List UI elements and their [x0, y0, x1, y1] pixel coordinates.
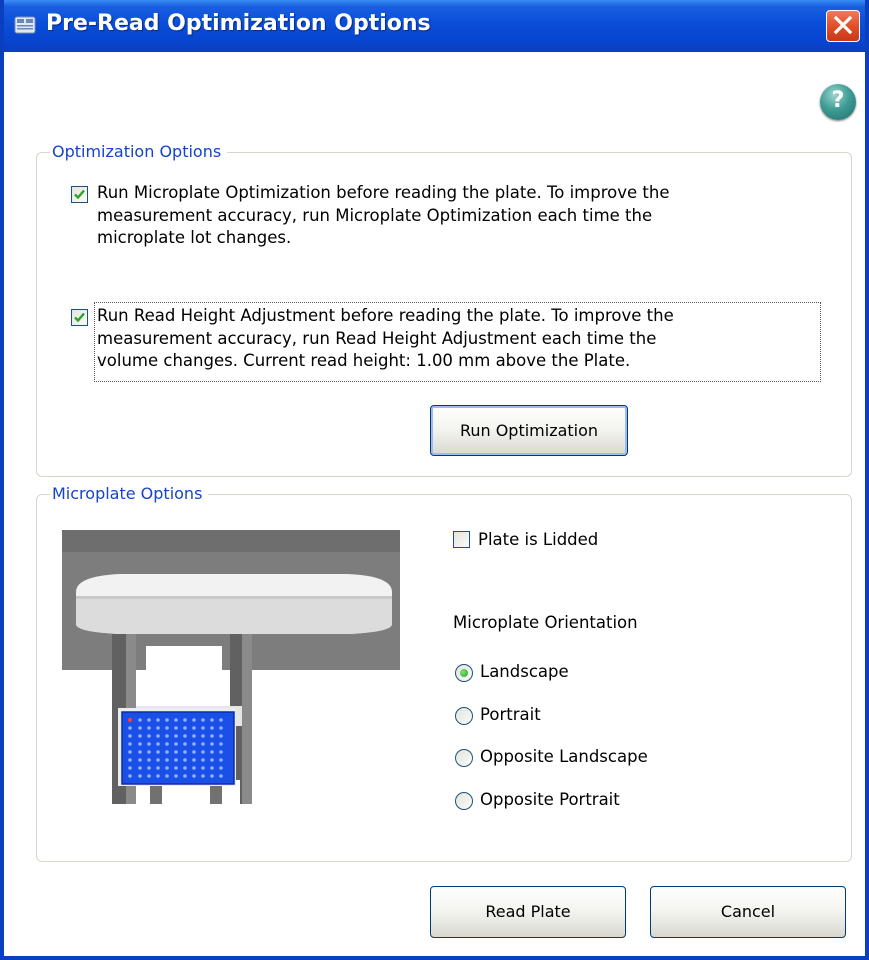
window-frame-right [865, 0, 869, 960]
radio-portrait-label[interactable]: Portrait [480, 705, 541, 724]
read-height-label[interactable]: Run Read Height Adjustment before readin… [97, 305, 817, 373]
microplate-optimization-line-1: Run Microplate Optimization before readi… [97, 183, 670, 202]
microplate-optimization-line-2: measurement accuracy, run Microplate Opt… [97, 205, 653, 225]
microplate-optimization-checkbox[interactable] [71, 186, 88, 203]
microplate-options-legend: Microplate Options [50, 484, 209, 503]
read-height-line-2: measurement accuracy, run Read Height Ad… [97, 328, 657, 348]
read-height-checkbox[interactable] [71, 309, 88, 326]
title-bar[interactable]: Pre-Read Optimization Options [0, 0, 869, 52]
help-button[interactable]: ? [820, 84, 856, 120]
plate-lidded-checkbox[interactable] [453, 531, 470, 548]
close-icon [833, 15, 853, 35]
radio-opposite-landscape-label[interactable]: Opposite Landscape [480, 747, 648, 766]
radio-portrait[interactable] [455, 707, 473, 725]
cancel-button[interactable]: Cancel [650, 886, 846, 938]
run-optimization-button[interactable]: Run Optimization [430, 405, 628, 456]
read-plate-button[interactable]: Read Plate [430, 886, 626, 938]
radio-landscape[interactable] [455, 664, 473, 682]
radio-landscape-label[interactable]: Landscape [480, 662, 569, 681]
microplate-optimization-line-3: microplate lot changes. [97, 228, 292, 247]
radio-opposite-portrait-label[interactable]: Opposite Portrait [480, 790, 620, 809]
read-height-line-1: Run Read Height Adjustment before readin… [97, 306, 674, 325]
close-button[interactable] [826, 10, 860, 42]
window-frame-bottom [0, 956, 869, 960]
check-mark-icon [74, 312, 85, 323]
radio-opposite-portrait[interactable] [455, 792, 473, 810]
dialog-window: Pre-Read Optimization Options ? Optimiza… [0, 0, 869, 960]
microplate-optimization-label[interactable]: Run Microplate Optimization before readi… [97, 182, 817, 250]
window-title: Pre-Read Optimization Options [46, 11, 431, 36]
plate-lidded-label[interactable]: Plate is Lidded [478, 530, 598, 549]
microplate-reader-illustration [62, 530, 400, 804]
radio-selected-dot [460, 669, 468, 677]
radio-opposite-landscape[interactable] [455, 749, 473, 767]
help-icon: ? [831, 88, 845, 113]
orientation-heading: Microplate Orientation [453, 613, 638, 632]
read-height-line-3: volume changes. Current read height: 1.0… [97, 351, 631, 370]
check-mark-icon [74, 189, 85, 200]
app-icon [14, 16, 36, 34]
optimization-options-legend: Optimization Options [50, 142, 228, 161]
